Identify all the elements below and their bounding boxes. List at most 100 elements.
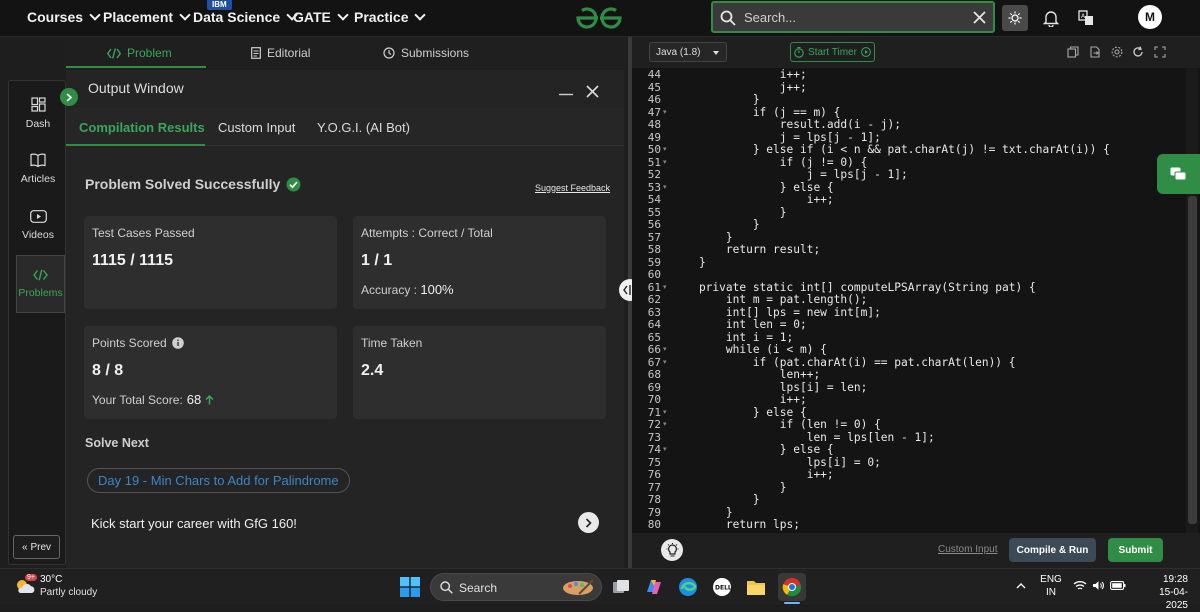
fold-toggle-icon[interactable]: ▾ [663,444,667,457]
line-number: 66 [647,343,661,356]
kickstart-button[interactable] [578,512,599,533]
accuracy-value: 100% [420,282,454,297]
language-indicator[interactable]: ENG IN [1040,573,1062,599]
code-line: } [672,255,706,269]
sidebar-item-articles[interactable]: Articles [9,141,67,197]
file-explorer-button[interactable] [744,575,768,599]
chrome-icon [782,578,801,597]
compile-run-button[interactable]: Compile & Run [1009,538,1096,562]
volume-icon[interactable] [1092,580,1105,591]
svg-text:DELL: DELL [715,585,732,592]
fold-toggle-icon[interactable]: ▾ [663,344,667,357]
prev-button[interactable]: « Prev [13,535,60,559]
dell-button[interactable]: DELL [710,575,734,599]
avatar[interactable]: M [1138,5,1162,29]
theme-toggle-button[interactable] [1002,5,1028,31]
nav-data-science[interactable]: Data Science [193,9,298,25]
time-value: 2.4 [361,362,384,379]
file-export-icon[interactable] [1089,46,1101,58]
taskbar-search[interactable]: Search [430,573,602,601]
code-editor[interactable]: 44 45 46 47 ▾ 48 49 50 ▾ 51 ▾ 52 53 ▾ 54 55 56 57 58 59 60 61… [632,68,1200,533]
wifi-icon[interactable] [1073,580,1087,591]
translate-button[interactable]: A [1073,5,1099,31]
sidebar-item-videos[interactable]: Videos [9,197,67,253]
solve-next-heading: Solve Next [85,436,149,450]
tab-problem[interactable]: Problem [107,46,172,60]
problem-tabs: Problem Editorial Submissions [64,37,630,68]
start-timer-button[interactable]: Start Timer [790,42,875,62]
sidebar-item-dash[interactable]: Dash [9,85,67,141]
battery-icon[interactable] [1110,581,1126,590]
search-bar[interactable]: Search... [711,1,995,33]
chrome-button[interactable] [778,573,806,601]
fold-toggle-icon[interactable]: ▾ [663,107,667,120]
windows-icon [400,577,420,597]
editor-footer: Custom Input Compile & Run Submit [632,533,1200,568]
total-score-label: Your Total Score: [92,392,183,407]
line-number: 64 [647,318,661,331]
test-cases-label: Test Cases Passed [92,226,195,240]
fold-toggle-icon[interactable]: ▾ [663,419,667,432]
active-tab-indicator [66,144,205,146]
nav-data-science-label: Data Science [193,9,281,25]
code-line: i++; [672,68,807,81]
timer-icon [794,46,804,58]
tab-yogi-ai-bot[interactable]: Y.O.G.I. (AI Bot) [317,120,410,135]
hint-button[interactable] [661,539,683,561]
submit-button[interactable]: Submit [1108,538,1163,562]
tab-custom-input[interactable]: Custom Input [218,120,295,135]
code-line: i++; [672,468,834,481]
reset-icon[interactable] [1132,46,1144,58]
sidebar-item-problems[interactable]: Problems [16,255,65,313]
code-line: } else { [672,443,834,456]
language-select[interactable]: Java (1.8) [649,42,727,62]
chevron-up-icon[interactable] [1016,582,1026,589]
test-cases-card: Test Cases Passed 1115 / 1115 [84,216,337,309]
code-line: result.add(i - j); [672,118,902,131]
attempts-label: Attempts : Correct / Total [361,226,493,240]
fold-toggle-icon[interactable]: ▾ [663,182,667,195]
fold-toggle-icon[interactable]: ▾ [663,144,667,157]
edge-button[interactable] [676,575,700,599]
double-chevron-left-icon: « [21,541,28,553]
start-button[interactable] [398,575,422,599]
language-code: ENG [1040,574,1062,585]
notification-button[interactable] [1038,5,1064,31]
task-view-button[interactable] [609,575,633,599]
tab-compilation-results[interactable]: Compilation Results [79,120,205,135]
editor-scroll-thumb[interactable] [1188,196,1197,524]
chevron-down-icon [89,9,101,21]
settings-icon[interactable] [1111,46,1123,58]
minimize-icon[interactable] [559,93,573,96]
fold-toggle-icon[interactable]: ▾ [663,407,667,420]
close-icon[interactable] [973,11,986,24]
tab-editorial[interactable]: Editorial [251,46,310,60]
copy-icon[interactable] [1067,46,1079,58]
attempts-card: Attempts : Correct / Total 1 / 1 Accurac… [353,216,606,309]
next-problem-link[interactable]: Day 19 - Min Chars to Add for Palindrome [87,468,350,493]
nav-courses[interactable]: Courses [27,9,101,25]
nav-placement[interactable]: Placement [103,9,191,25]
fold-toggle-icon[interactable]: ▾ [663,157,667,170]
system-clock[interactable]: 19:28 15-04-2025 [1148,573,1188,612]
fold-toggle-icon[interactable]: ▾ [663,282,667,295]
active-tab-indicator [66,66,206,68]
fold-toggle-icon[interactable]: ▾ [663,357,667,370]
tab-problem-label: Problem [127,46,172,60]
close-icon[interactable] [586,85,599,98]
custom-input-link[interactable]: Custom Input [938,544,997,555]
line-number: 50 [647,143,661,156]
gfg-logo[interactable] [574,5,624,31]
chat-float-button[interactable] [1157,154,1200,194]
tab-submissions[interactable]: Submissions [383,46,469,60]
chevron-right-icon [585,517,592,528]
suggest-feedback-link[interactable]: Suggest Feedback [535,183,610,193]
nav-gate[interactable]: GATE [293,9,349,25]
nav-practice[interactable]: Practice [354,9,427,25]
expand-button[interactable] [60,88,78,106]
copilot-button[interactable] [642,575,666,599]
weather-widget[interactable]: 9+ 30°C Partly cloudy [14,574,114,600]
info-icon[interactable] [171,337,184,349]
chevron-right-icon [66,92,73,102]
fullscreen-icon[interactable] [1154,46,1166,58]
